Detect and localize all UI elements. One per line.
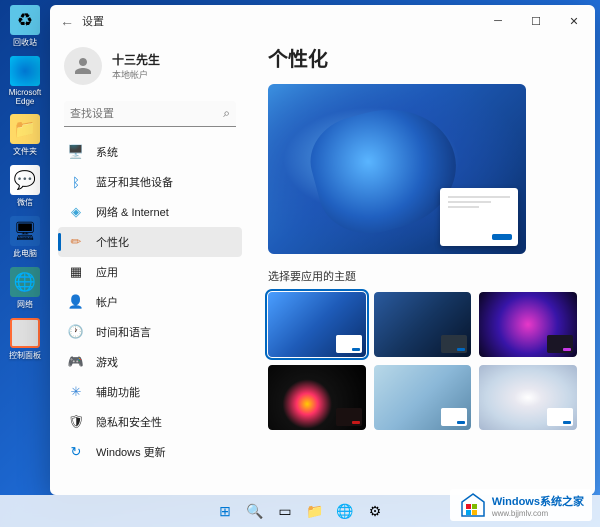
- folder-icon: 📁: [10, 114, 40, 144]
- nav-personalization[interactable]: ✏个性化: [58, 227, 242, 257]
- watermark: Windows系统之家 www.bjjmlv.com: [450, 489, 592, 521]
- apps-icon: ▦: [68, 264, 84, 280]
- time-icon: 🕐: [68, 324, 84, 340]
- accessibility-icon: ✳: [68, 384, 84, 400]
- desktop-icon-wechat[interactable]: 💬 微信: [0, 165, 50, 208]
- main-content: 个性化 选择要应用的主题: [250, 37, 595, 495]
- search-icon: ⌕: [223, 106, 230, 121]
- taskbar-edge[interactable]: 🌐: [332, 498, 358, 524]
- theme-grid: [268, 292, 577, 430]
- nav-privacy[interactable]: 🛡隐私和安全性: [58, 407, 242, 437]
- themes-label: 选择要应用的主题: [268, 268, 577, 284]
- gaming-icon: 🎮: [68, 354, 84, 370]
- start-button[interactable]: ⊞: [212, 498, 238, 524]
- nav-accessibility[interactable]: ✳辅助功能: [58, 377, 242, 407]
- search-box[interactable]: ⌕: [64, 101, 236, 127]
- personalization-icon: ✏: [68, 234, 84, 250]
- theme-option-4[interactable]: [268, 365, 366, 430]
- desktop: ♻ 回收站 Microsoft Edge 📁 文件夹 💬 微信 🖥 此电脑 🌐 …: [0, 0, 50, 369]
- minimize-button[interactable]: ─: [479, 5, 517, 37]
- taskbar-settings[interactable]: ⚙: [362, 498, 388, 524]
- nav-apps[interactable]: ▦应用: [58, 257, 242, 287]
- desktop-preview: [268, 84, 526, 254]
- theme-option-1[interactable]: [268, 292, 366, 357]
- desktop-icon-edge[interactable]: Microsoft Edge: [0, 56, 50, 106]
- settings-window: ← 设置 ─ ☐ ✕ 十三先生 本地帐户 ⌕: [50, 5, 595, 495]
- task-view[interactable]: ▭: [272, 498, 298, 524]
- this-pc-icon: 🖥: [10, 216, 40, 246]
- wechat-icon: 💬: [10, 165, 40, 195]
- theme-option-6[interactable]: [479, 365, 577, 430]
- nav-system[interactable]: 🖥️系统: [58, 137, 242, 167]
- theme-option-3[interactable]: [479, 292, 577, 357]
- edge-icon: [10, 56, 40, 86]
- theme-option-2[interactable]: [374, 292, 472, 357]
- maximize-button[interactable]: ☐: [517, 5, 555, 37]
- watermark-title: Windows系统之家: [492, 493, 584, 509]
- page-title: 个性化: [268, 43, 577, 72]
- taskbar-search[interactable]: 🔍: [242, 498, 268, 524]
- nav-update[interactable]: ↻Windows 更新: [58, 437, 242, 467]
- taskbar-explorer[interactable]: 📁: [302, 498, 328, 524]
- desktop-icon-folder[interactable]: 📁 文件夹: [0, 114, 50, 157]
- control-panel-icon: [10, 318, 40, 348]
- nav-accounts[interactable]: 👤帐户: [58, 287, 242, 317]
- bluetooth-icon: ᛒ: [68, 174, 84, 190]
- recycle-bin-icon: ♻: [10, 5, 40, 35]
- theme-option-5[interactable]: [374, 365, 472, 430]
- profile-name: 十三先生: [112, 51, 160, 68]
- system-icon: 🖥️: [68, 144, 84, 160]
- watermark-logo-icon: [458, 492, 488, 518]
- network-nav-icon: ◈: [68, 204, 84, 220]
- titlebar[interactable]: ← 设置 ─ ☐ ✕: [50, 5, 595, 37]
- back-button[interactable]: ←: [60, 13, 74, 29]
- nav-bluetooth[interactable]: ᛒ蓝牙和其他设备: [58, 167, 242, 197]
- nav-gaming[interactable]: 🎮游戏: [58, 347, 242, 377]
- avatar: [64, 47, 102, 85]
- nav-time[interactable]: 🕐时间和语言: [58, 317, 242, 347]
- desktop-icon-pc[interactable]: 🖥 此电脑: [0, 216, 50, 259]
- sidebar: 十三先生 本地帐户 ⌕ 🖥️系统 ᛒ蓝牙和其他设备 ◈网络 & Internet…: [50, 37, 250, 495]
- profile-section[interactable]: 十三先生 本地帐户: [58, 43, 242, 97]
- close-button[interactable]: ✕: [555, 5, 593, 37]
- preview-window-card: [440, 188, 518, 246]
- desktop-icon-recycle[interactable]: ♻ 回收站: [0, 5, 50, 48]
- accounts-icon: 👤: [68, 294, 84, 310]
- privacy-icon: 🛡: [68, 414, 84, 430]
- watermark-subtitle: www.bjjmlv.com: [492, 509, 584, 518]
- profile-account: 本地帐户: [112, 68, 160, 81]
- window-title: 设置: [82, 13, 104, 29]
- desktop-icon-network[interactable]: 🌐 网络: [0, 267, 50, 310]
- update-icon: ↻: [68, 444, 84, 460]
- nav-list: 🖥️系统 ᛒ蓝牙和其他设备 ◈网络 & Internet ✏个性化 ▦应用 👤帐…: [58, 137, 242, 489]
- network-icon: 🌐: [10, 267, 40, 297]
- search-input[interactable]: [70, 108, 223, 120]
- nav-network[interactable]: ◈网络 & Internet: [58, 197, 242, 227]
- desktop-icon-control[interactable]: 控制面板: [0, 318, 50, 361]
